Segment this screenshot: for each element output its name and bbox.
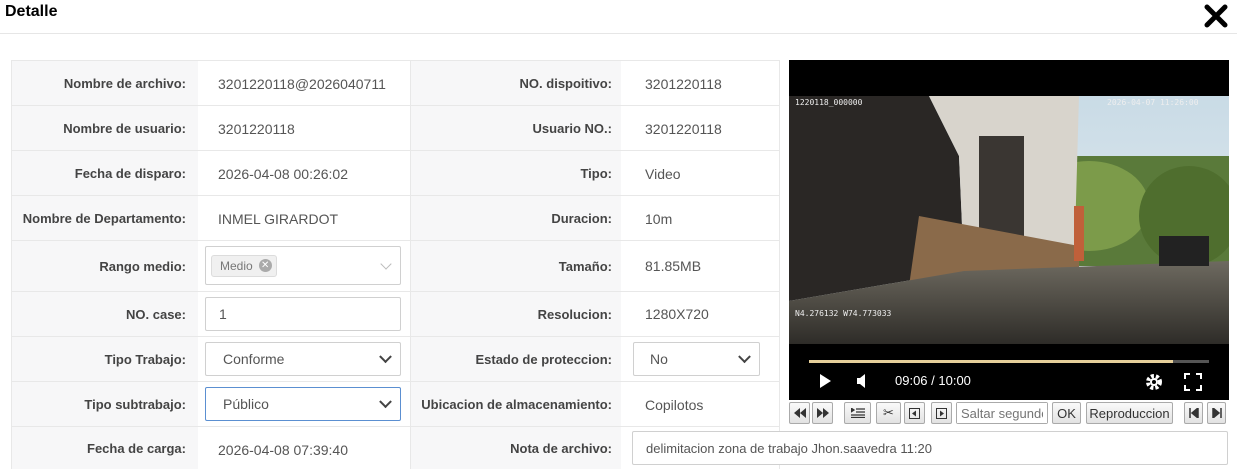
ok-button[interactable]: OK [1052, 402, 1081, 424]
skip-end-icon[interactable] [1207, 402, 1226, 424]
detail-grid: Nombre de archivo: 3201220118@2026040711… [11, 60, 780, 469]
rango-medio-select[interactable]: Medio ✕ [205, 246, 401, 285]
osd-timestamp: 2026-04-07 11:26:00 [1107, 98, 1199, 107]
value-departamento: INMEL GIRARDOT [198, 196, 411, 240]
value-no-dispositivo: 3201220118 [645, 76, 722, 92]
fullscreen-icon[interactable] [1183, 372, 1203, 397]
label-estado-proteccion: Estado de proteccion: [411, 337, 621, 381]
fast-forward-icon[interactable] [812, 402, 833, 424]
table-row: Rango medio: Medio ✕ Tamaño: 81.85MB [12, 241, 779, 292]
no-case-cell: 1 [198, 292, 411, 336]
seek-seconds-input[interactable] [957, 403, 1047, 423]
video-progress-fill [809, 360, 1173, 363]
value-tamano: 81.85MB [645, 258, 702, 274]
video-time: 09:06 / 10:00 [895, 373, 971, 388]
tipo-subtrabajo-cell: Público [198, 382, 411, 426]
label-departamento: Nombre de Departamento: [12, 196, 198, 240]
label-ubicacion: Ubicacion de almacenamiento: [411, 382, 621, 426]
scissors-icon[interactable]: ✂ [876, 402, 901, 424]
value-duracion: 10m [645, 211, 673, 227]
rango-medio-cell: Medio ✕ [198, 241, 411, 291]
label-duracion: Duracion: [411, 196, 621, 240]
chevron-down-icon [738, 350, 751, 364]
chevron-down-icon [379, 395, 392, 409]
gear-icon[interactable] [1144, 372, 1164, 397]
table-row: Tipo Trabajo: Conforme Estado de protecc… [12, 337, 779, 382]
estado-proteccion-value: No [650, 351, 668, 367]
table-row: NO. case: 1 Resolucion: 1280X720 [12, 292, 779, 337]
value-ubicacion: Copilotos [645, 397, 704, 413]
chevron-down-icon [380, 257, 392, 270]
dialog-header: Detalle [0, 0, 1237, 34]
estado-proteccion-select[interactable]: No [633, 342, 760, 376]
next-frame-icon[interactable] [931, 402, 952, 424]
table-row: Fecha de disparo: 2026-04-08 00:26:02 Ti… [12, 151, 779, 196]
tipo-trabajo-select[interactable]: Conforme [205, 342, 401, 376]
label-no-dispositivo: NO. dispoitivo: [411, 61, 621, 105]
label-usuario-no: Usuario NO.: [411, 106, 621, 150]
no-case-input[interactable]: 1 [205, 297, 401, 331]
value-resolucion: 1280X720 [645, 306, 709, 322]
play-icon[interactable] [817, 373, 833, 394]
table-row: Nombre de Departamento: INMEL GIRARDOT D… [12, 196, 779, 241]
close-icon[interactable] [1202, 2, 1230, 30]
skip-start-icon[interactable] [1184, 402, 1203, 424]
remove-tag-icon[interactable]: ✕ [258, 259, 272, 272]
value-tipo: Video [645, 166, 681, 182]
table-row: Nombre de usuario: 3201220118 Usuario NO… [12, 106, 779, 151]
rango-medio-tag-label: Medio [220, 258, 253, 273]
rewind-icon[interactable] [789, 402, 810, 424]
video-player[interactable]: 1220118_000000 2026-04-07 11:26:00 N4.27… [789, 60, 1229, 400]
label-nombre-archivo: Nombre de archivo: [12, 61, 198, 105]
value-nombre-usuario: 3201220118 [198, 106, 411, 150]
prev-frame-icon[interactable] [904, 402, 925, 424]
label-nombre-usuario: Nombre de usuario: [12, 106, 198, 150]
value-fecha-disparo: 2026-04-08 00:26:02 [198, 151, 411, 195]
reproduccion-button[interactable]: Reproduccion [1086, 402, 1173, 424]
tipo-trabajo-value: Conforme [223, 351, 285, 367]
table-row: Tipo subtrabajo: Público Ubicacion de al… [12, 382, 779, 427]
value-fecha-carga: 2026-04-08 07:39:40 [198, 427, 411, 469]
video-progress-bar[interactable] [809, 360, 1209, 363]
osd-device-id: 1220118_000000 [795, 98, 863, 107]
nota-archivo-input[interactable]: delimitacion zona de trabajo Jhon.saaved… [632, 431, 1228, 465]
tipo-subtrabajo-value: Público [223, 396, 269, 412]
table-row: Nombre de archivo: 3201220118@2026040711… [12, 61, 779, 106]
label-resolucion: Resolucion: [411, 292, 621, 336]
osd-coordinates: N4.276132 W74.773033 [795, 309, 892, 318]
label-rango-medio: Rango medio: [12, 241, 198, 291]
playback-toolbar: ✂ OK Reproduccion [789, 402, 1229, 424]
rango-medio-tag: Medio ✕ [211, 254, 277, 277]
seek-seconds-box [956, 402, 1048, 424]
label-no-case: NO. case: [12, 292, 198, 336]
label-fecha-disparo: Fecha de disparo: [12, 151, 198, 195]
label-tipo-trabajo: Tipo Trabajo: [12, 337, 198, 381]
playlist-icon[interactable] [844, 402, 871, 424]
label-tamano: Tamaño: [411, 241, 621, 291]
dialog-title: Detalle [5, 3, 58, 20]
estado-proteccion-cell: No [621, 337, 779, 381]
volume-icon[interactable] [855, 373, 871, 394]
label-nota-archivo: Nota de archivo: [411, 427, 621, 469]
tipo-subtrabajo-select[interactable]: Público [205, 387, 401, 421]
chevron-down-icon [379, 350, 392, 364]
video-frame [789, 96, 1229, 344]
label-tipo: Tipo: [411, 151, 621, 195]
tipo-trabajo-cell: Conforme [198, 337, 411, 381]
label-fecha-carga: Fecha de carga: [12, 427, 198, 469]
label-tipo-subtrabajo: Tipo subtrabajo: [12, 382, 198, 426]
value-usuario-no: 3201220118 [645, 121, 722, 137]
value-nombre-archivo: 3201220118@2026040711 [198, 61, 411, 105]
